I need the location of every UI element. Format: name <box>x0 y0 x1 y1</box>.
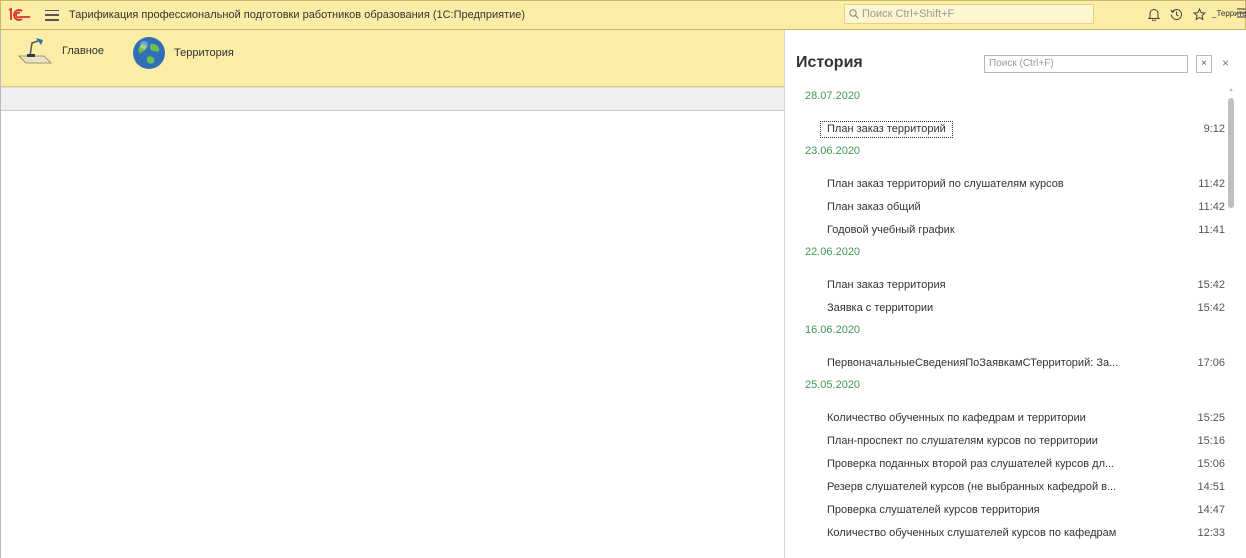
main-area-border <box>0 30 1 558</box>
history-item[interactable]: План заказ общий 11:42 <box>785 196 1225 219</box>
sections-panel: Главное Территория <box>0 30 784 87</box>
history-item[interactable]: Годовой учебный график 11:41 <box>785 219 1225 242</box>
section-main[interactable]: Главное <box>16 36 104 66</box>
history-item-name: Количество обученных по кафедрам и терри… <box>827 412 1086 424</box>
history-item-name: ПервоначальныеСведенияПоЗаявкамСТерритор… <box>827 357 1119 369</box>
history-search-input[interactable]: Поиск (Ctrl+F) <box>984 55 1188 73</box>
history-item-time: 12:33 <box>1197 527 1225 539</box>
history-date: 25.05.2020 <box>805 379 861 391</box>
history-item[interactable]: Количество обученных по кафедрам и терри… <box>785 407 1225 430</box>
history-list: 28.07.2020 План заказ территорий 9:12 23… <box>785 86 1225 545</box>
history-item[interactable]: План заказ территорий 9:12 <box>785 118 1225 141</box>
main-menu-icon[interactable] <box>45 9 59 21</box>
section-territory-label: Территория <box>174 47 234 59</box>
history-item-time: 9:12 <box>1203 123 1225 135</box>
history-search-clear-button[interactable]: × <box>1196 55 1212 73</box>
history-date: 16.06.2020 <box>805 324 861 336</box>
history-item-time: 15:16 <box>1197 435 1225 447</box>
history-item[interactable]: Проверка поданных второй раз слушателей … <box>785 453 1225 476</box>
bell-icon[interactable] <box>1148 8 1160 21</box>
history-item-name: План заказ территорий <box>820 121 953 138</box>
history-icon[interactable] <box>1170 8 1183 21</box>
history-item[interactable]: План заказ территория 15:42 <box>785 274 1225 297</box>
desk-lamp-icon <box>18 38 52 64</box>
history-close-button[interactable]: × <box>1222 56 1229 70</box>
history-item-time: 11:42 <box>1198 201 1225 213</box>
history-panel: История Поиск (Ctrl+F) × × 28.07.2020 Пл… <box>784 30 1246 558</box>
history-item[interactable]: Проверка слушателей курсов территория 14… <box>785 499 1225 522</box>
history-item[interactable]: Резерв слушателей курсов (не выбранных к… <box>785 476 1225 499</box>
history-item[interactable]: Заявка с территории 15:42 <box>785 297 1225 320</box>
open-windows-bar <box>0 87 784 111</box>
history-item-name: Количество обученных слушателей курсов п… <box>827 527 1117 539</box>
search-icon <box>849 9 859 19</box>
history-title: История <box>796 54 863 71</box>
history-date: 23.06.2020 <box>805 145 861 157</box>
history-item-time: 11:41 <box>1198 224 1225 236</box>
app-title: Тарификация профессиональной подготовки … <box>69 9 526 21</box>
titlebar-tools <box>1148 0 1206 28</box>
history-item-time: 17:06 <box>1197 357 1225 369</box>
history-item-name: Заявка с территории <box>827 302 934 314</box>
history-item-name: План заказ общий <box>827 201 921 213</box>
history-item-name: Резерв слушателей курсов (не выбранных к… <box>827 481 1117 493</box>
more-menu-icon[interactable] <box>1236 6 1246 20</box>
history-item[interactable]: План заказ территорий по слушателям курс… <box>785 173 1225 196</box>
history-item-time: 14:47 <box>1197 504 1225 516</box>
1c-logo-icon[interactable] <box>7 8 31 22</box>
history-item-time: 15:42 <box>1197 302 1225 314</box>
history-item-name: План заказ территорий по слушателям курс… <box>827 178 1064 190</box>
history-item-name: Проверка слушателей курсов территория <box>827 504 1040 516</box>
section-territory[interactable]: Территория <box>132 36 234 70</box>
scroll-up-arrow-icon[interactable] <box>1229 88 1233 91</box>
history-scrollbar[interactable] <box>1228 88 1234 558</box>
star-icon[interactable] <box>1193 7 1206 21</box>
history-item-time: 15:06 <box>1197 458 1225 470</box>
history-item[interactable]: Количество обученных слушателей курсов п… <box>785 522 1225 545</box>
history-item-time: 15:42 <box>1197 279 1225 291</box>
globe-icon <box>133 37 165 69</box>
section-main-label: Главное <box>62 45 105 57</box>
global-search-input[interactable]: Поиск Ctrl+Shift+F <box>844 4 1094 24</box>
scrollbar-thumb[interactable] <box>1228 98 1234 208</box>
history-item-name: Проверка поданных второй раз слушателей … <box>827 458 1115 470</box>
history-item-time: 11:42 <box>1198 178 1225 190</box>
history-item-time: 15:25 <box>1197 412 1225 424</box>
history-item-time: 14:51 <box>1197 481 1225 493</box>
history-item[interactable]: ПервоначальныеСведенияПоЗаявкамСТерритор… <box>785 352 1225 375</box>
history-item[interactable]: План-проспект по слушателям курсов по те… <box>785 430 1225 453</box>
history-item-name: План-проспект по слушателям курсов по те… <box>827 435 1098 447</box>
global-search-placeholder: Поиск Ctrl+Shift+F <box>862 8 955 20</box>
history-item-name: Годовой учебный график <box>827 224 955 236</box>
history-date: 28.07.2020 <box>805 90 861 102</box>
history-date: 22.06.2020 <box>805 246 861 258</box>
history-item-name: План заказ территория <box>827 279 946 291</box>
